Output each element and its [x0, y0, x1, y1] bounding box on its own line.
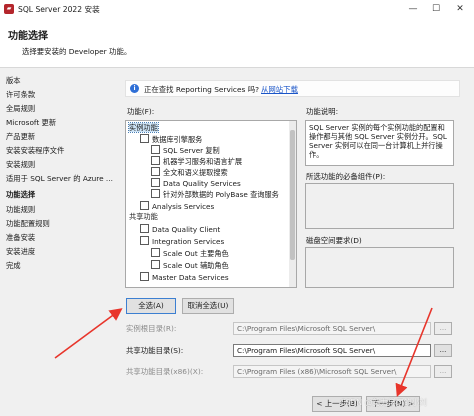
arrow-to-next — [395, 307, 433, 397]
annotation-arrows — [54, 307, 433, 397]
arrow-to-select-all — [54, 308, 123, 359]
